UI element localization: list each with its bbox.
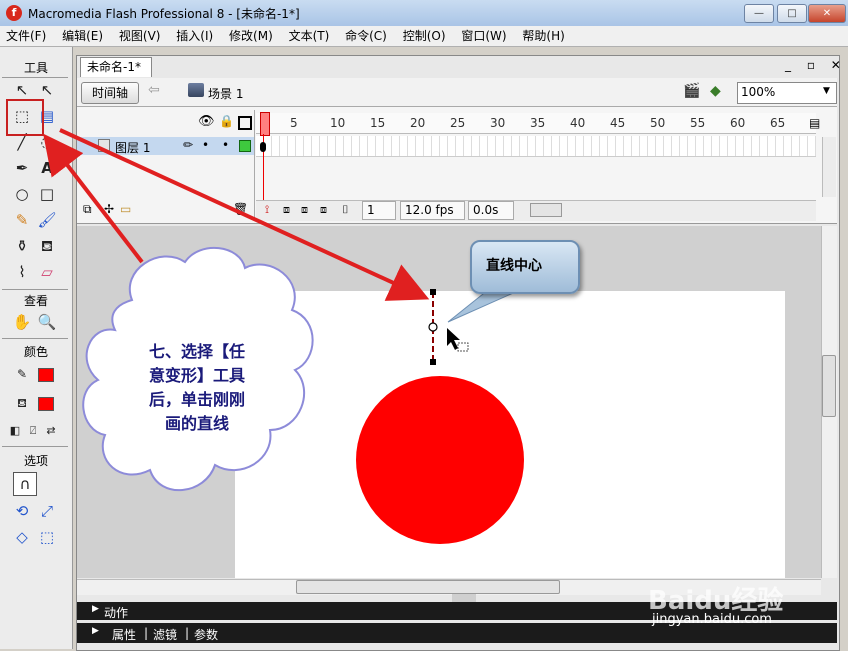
cursor-marquee-icon <box>457 342 469 352</box>
transform-handle-top[interactable] <box>430 289 436 295</box>
cloud-line: 意变形】工具 <box>148 366 245 385</box>
callout-text: 直线中心 <box>486 258 542 274</box>
red-circle-shape[interactable] <box>356 376 524 544</box>
cloud-annotation-text: 七、选择【任 意变形】工具 后，单击刚刚 画的直线 <box>122 340 272 436</box>
cloud-line: 七、选择【任 <box>148 342 245 361</box>
callout-tail <box>447 289 521 323</box>
cloud-line: 后，单击刚刚 <box>148 390 245 409</box>
annotation-overlay <box>43 128 524 544</box>
watermark-url: jingyan.baidu.com <box>652 612 772 627</box>
mouse-cursor-icon <box>447 328 460 350</box>
cloud-line: 画的直线 <box>164 414 229 433</box>
red-arrow-to-transform-tool <box>43 133 144 264</box>
transform-handle-bottom[interactable] <box>430 359 436 365</box>
transform-center-point[interactable] <box>428 322 438 332</box>
